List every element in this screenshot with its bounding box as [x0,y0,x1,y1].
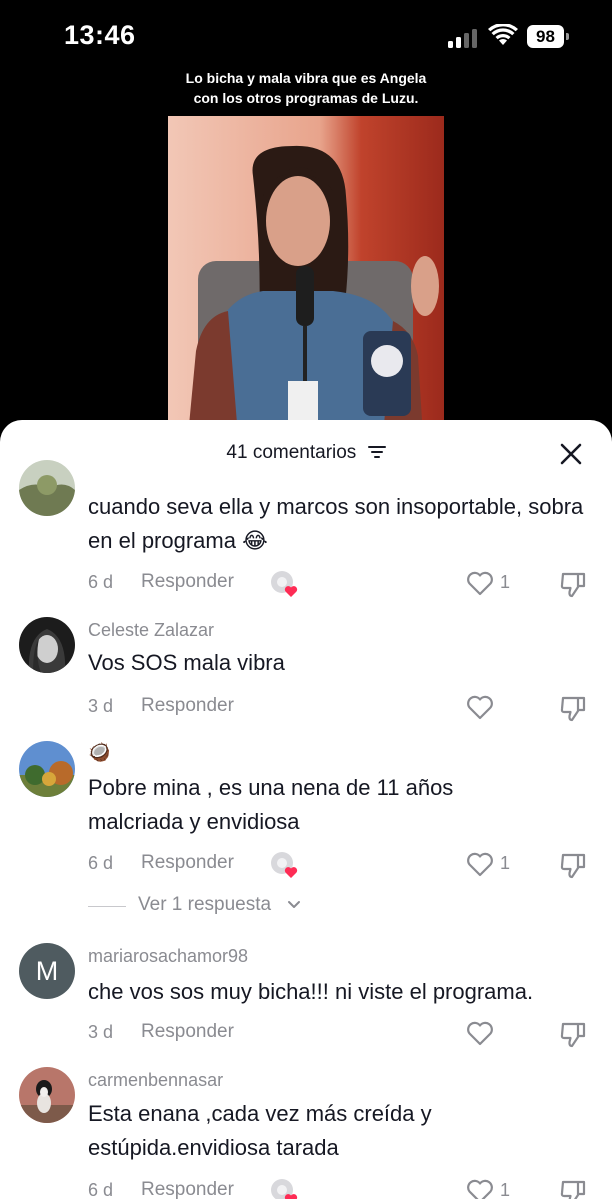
dislike-icon[interactable] [559,1020,587,1048]
avatar[interactable] [19,617,75,673]
view-replies-button[interactable]: Ver 1 respuesta [88,892,388,920]
creator-like-icon [271,571,298,597]
comment-username[interactable]: 🥥 [88,742,110,763]
status-time: 13:46 [64,20,136,50]
reply-button[interactable]: Responder [141,571,234,593]
filter-icon[interactable] [367,445,386,459]
comments-sheet: 41 comentarios cuando seva ella y marcos… [0,420,612,1199]
comment-text: Vos SOS mala vibra [88,650,285,675]
comment-username[interactable]: mariarosachamor98 [88,946,248,967]
caption-line-2: con los otros programas de Luzu. [193,90,419,106]
comment-actions: 3 d Responder [88,1018,608,1048]
divider [88,906,126,907]
dislike-icon[interactable] [559,851,587,879]
creator-like-icon [271,1179,298,1199]
reply-button[interactable]: Responder [141,1021,234,1043]
comment-actions: 3 d Responder [88,692,608,722]
avatar[interactable] [19,741,75,797]
reply-button[interactable]: Responder [141,852,234,874]
heart-icon[interactable] [466,570,494,596]
view-replies-label: Ver 1 respuesta [138,894,272,915]
comment-actions: 6 d Responder 1 [88,849,608,879]
comment-actions: 6 d Responder 1 [88,1176,608,1199]
heart-icon[interactable] [466,1020,494,1046]
comment-username[interactable]: Celeste Zalazar [88,620,214,641]
comment-text: Esta enana ,cada vez más creída y estúpi… [88,1101,432,1160]
caption-line-1: Lo bicha y mala vibra que es Angela [185,70,427,86]
reply-button[interactable]: Responder [141,695,234,717]
avatar[interactable]: M [19,943,75,999]
dislike-icon[interactable] [559,570,587,598]
comment-date: 6 d [88,572,114,592]
wifi-icon [488,24,518,45]
avatar[interactable] [19,460,75,516]
comment-text: che vos sos muy bicha!!! ni viste el pro… [88,979,534,1004]
heart-icon[interactable] [466,1178,494,1199]
comment-text: Pobre mina , es una nena de 11 años malc… [88,775,454,834]
video-thumbnail [168,116,444,436]
comment-date: 6 d [88,1180,114,1199]
status-bar: 13:46 98 [0,0,612,70]
video-frame[interactable] [168,116,444,436]
comment-actions: 6 d Responder 1 [88,568,608,598]
comment-text: cuando seva ella y marcos son insoportab… [88,494,584,553]
comment-username[interactable]: carmenbennasar [88,1070,223,1091]
avatar-letter: M [35,956,59,986]
dislike-icon[interactable] [559,694,587,722]
avatar[interactable] [19,1067,75,1123]
comments-header: 41 comentarios [0,420,612,480]
like-count: 1 [500,853,511,873]
video-caption: Lo bicha y mala vibra que es Angela con … [0,68,612,108]
heart-icon[interactable] [466,851,494,877]
heart-icon[interactable] [466,694,494,720]
signal-icon [448,28,478,48]
battery-icon: 98 [527,25,569,48]
battery-level: 98 [527,25,564,48]
comments-count-label: 41 comentarios [226,442,357,463]
comment-date: 3 d [88,1022,114,1042]
creator-like-icon [271,852,298,878]
reply-button[interactable]: Responder [141,1179,234,1199]
close-icon[interactable] [555,438,587,470]
comments-title[interactable]: 41 comentarios [0,442,612,464]
chevron-down-icon [288,901,300,908]
dislike-icon[interactable] [559,1178,587,1199]
like-count: 1 [500,1180,511,1199]
comment-date: 6 d [88,853,114,873]
comment-date: 3 d [88,696,114,716]
like-count: 1 [500,572,511,592]
